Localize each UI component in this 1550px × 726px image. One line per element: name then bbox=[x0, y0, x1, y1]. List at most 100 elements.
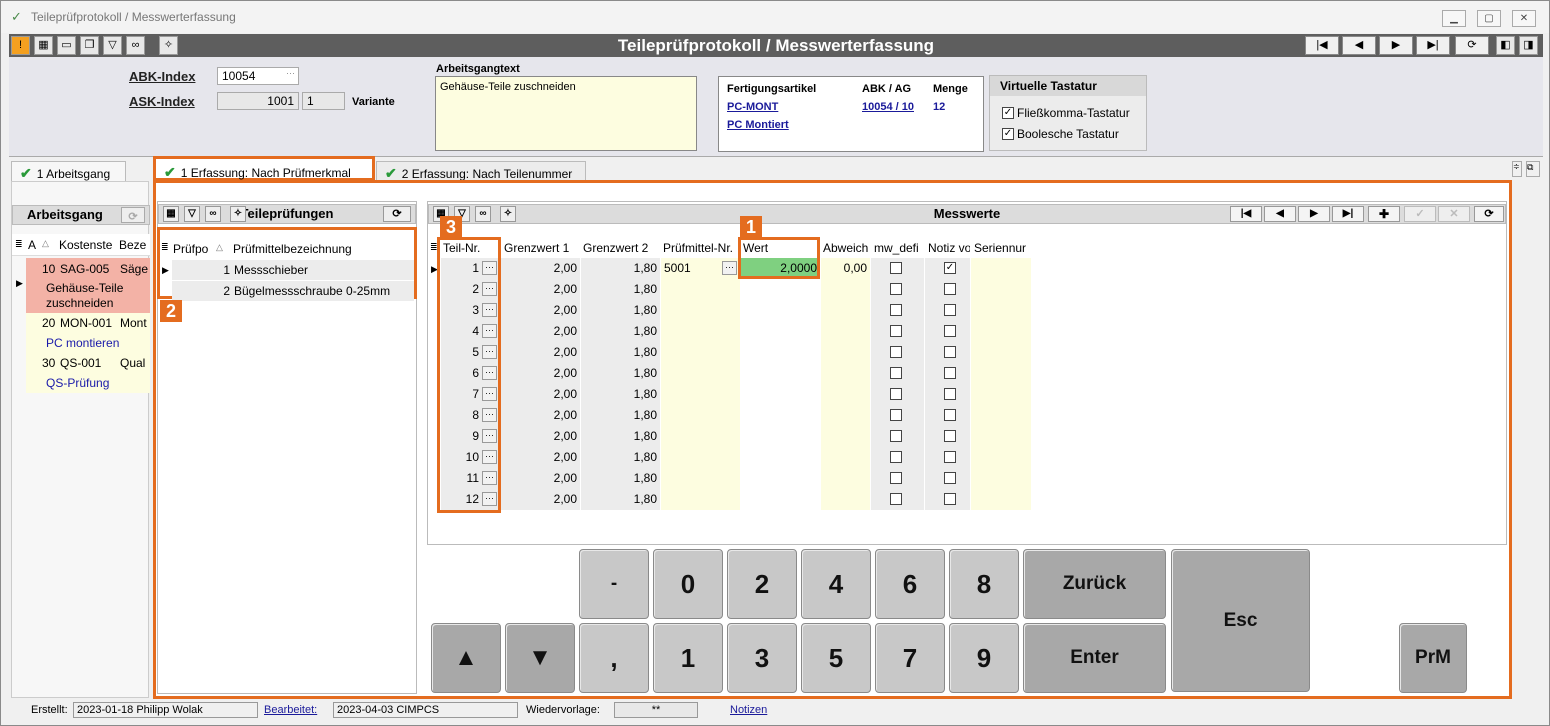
key-1[interactable]: 1 bbox=[653, 623, 723, 693]
cube-icon[interactable]: ◧ bbox=[1496, 36, 1515, 55]
notiz-checkbox[interactable] bbox=[944, 472, 956, 484]
seriennummer-cell[interactable] bbox=[971, 342, 1031, 363]
abk-index-field[interactable]: 10054 ··· bbox=[217, 67, 299, 85]
col-notiz[interactable]: Notiz vo bbox=[928, 241, 970, 255]
notiz-checkbox[interactable] bbox=[944, 367, 956, 379]
mw-defi-checkbox[interactable] bbox=[890, 325, 902, 337]
notiz-checkbox[interactable] bbox=[944, 409, 956, 421]
wert-cell[interactable] bbox=[741, 405, 820, 426]
column-chooser-icon[interactable]: ≣ bbox=[161, 242, 169, 253]
bool-keyboard-checkbox[interactable]: ✓ bbox=[1002, 128, 1014, 140]
refresh-icon[interactable]: ⟳ bbox=[1474, 206, 1504, 222]
wert-cell[interactable] bbox=[741, 468, 820, 489]
seriennummer-cell[interactable] bbox=[971, 300, 1031, 321]
arrow-down-button[interactable]: ▼ bbox=[505, 623, 575, 693]
notiz-checkbox[interactable] bbox=[944, 430, 956, 442]
abk-ag-link[interactable]: 10054 / 10 bbox=[862, 101, 914, 113]
refresh-icon[interactable]: ⟳ bbox=[383, 206, 411, 222]
seriennummer-cell[interactable] bbox=[971, 384, 1031, 405]
mw-defi-checkbox[interactable] bbox=[890, 388, 902, 400]
wiedervorlage-value[interactable]: ** bbox=[614, 702, 698, 718]
col-pruefmittel-nr[interactable]: Prüfmittel-Nr. bbox=[663, 241, 733, 255]
mw-defi-checkbox[interactable] bbox=[890, 493, 902, 505]
tab-erfassung-pruefmerkmal[interactable]: ✔ 1 Erfassung: Nach Prüfmerkmal bbox=[153, 156, 375, 181]
back-button[interactable]: Zurück bbox=[1023, 549, 1166, 619]
enter-button[interactable]: Enter bbox=[1023, 623, 1166, 693]
seriennummer-cell[interactable] bbox=[971, 489, 1031, 510]
glasses-icon[interactable]: ∞ bbox=[205, 206, 221, 222]
seriennummer-cell[interactable] bbox=[971, 363, 1031, 384]
refresh-button[interactable]: ⟳ bbox=[1455, 36, 1489, 55]
wert-cell[interactable] bbox=[741, 489, 820, 510]
key-5[interactable]: 5 bbox=[801, 623, 871, 693]
prm-button[interactable]: PrM bbox=[1399, 623, 1467, 693]
lookup-button[interactable]: ··· bbox=[722, 261, 737, 275]
prev-record-button[interactable]: ◀ bbox=[1342, 36, 1376, 55]
seriennummer-cell[interactable] bbox=[971, 405, 1031, 426]
key-9[interactable]: 9 bbox=[949, 623, 1019, 693]
seriennummer-cell[interactable] bbox=[971, 447, 1031, 468]
ask-index-label[interactable]: ASK-Index bbox=[129, 94, 195, 109]
column-chooser-icon[interactable]: ≣ bbox=[15, 239, 23, 250]
col-grenzwert-2[interactable]: Grenzwert 2 bbox=[583, 241, 648, 255]
notiz-checkbox[interactable] bbox=[944, 451, 956, 463]
refresh-icon[interactable]: ⟳ bbox=[121, 207, 145, 223]
first-record-button[interactable]: |◀ bbox=[1305, 36, 1339, 55]
last-row-button[interactable]: ▶| bbox=[1332, 206, 1364, 222]
collapse-icon[interactable]: ≑ bbox=[1512, 161, 1522, 177]
add-row-button[interactable]: ✚ bbox=[1368, 206, 1400, 222]
next-row-button[interactable]: ▶ bbox=[1298, 206, 1330, 222]
mw-defi-checkbox[interactable] bbox=[890, 430, 902, 442]
key-7[interactable]: 7 bbox=[875, 623, 945, 693]
tab-erfassung-teilenummer[interactable]: ✔ 2 Erfassung: Nach Teilenummer bbox=[376, 161, 586, 181]
notiz-checkbox[interactable] bbox=[944, 283, 956, 295]
wert-cell[interactable] bbox=[741, 321, 820, 342]
variante-field[interactable]: 1 bbox=[302, 92, 345, 110]
wert-cell[interactable] bbox=[741, 342, 820, 363]
glasses-icon[interactable]: ∞ bbox=[475, 206, 491, 222]
restore-icon[interactable]: ⧉ bbox=[1526, 161, 1540, 177]
col-pruefmittelbezeichnung[interactable]: Prüfmittelbezeichnung bbox=[233, 242, 352, 256]
article-desc-link[interactable]: PC Montiert bbox=[727, 119, 789, 131]
pruefmittel-cell[interactable] bbox=[661, 405, 740, 426]
col-kostenstelle[interactable]: Kostenste bbox=[59, 238, 112, 252]
pruefmittel-cell[interactable] bbox=[661, 279, 740, 300]
teilepruefung-row[interactable]: 2 Bügelmessschraube 0-25mm bbox=[172, 281, 414, 301]
wert-cell[interactable] bbox=[741, 279, 820, 300]
key-3[interactable]: 3 bbox=[727, 623, 797, 693]
wert-cell[interactable] bbox=[741, 447, 820, 468]
notiz-checkbox[interactable] bbox=[944, 346, 956, 358]
esc-button[interactable]: Esc bbox=[1171, 549, 1310, 692]
wert-cell[interactable] bbox=[741, 300, 820, 321]
pruefmittel-cell[interactable] bbox=[661, 447, 740, 468]
key-0[interactable]: 0 bbox=[653, 549, 723, 619]
float-keyboard-checkbox[interactable]: ✓ bbox=[1002, 107, 1014, 119]
wert-cell[interactable] bbox=[741, 384, 820, 405]
wert-cell[interactable] bbox=[741, 363, 820, 384]
pruefmittel-cell[interactable] bbox=[661, 363, 740, 384]
mw-defi-checkbox[interactable] bbox=[890, 367, 902, 379]
col-mw-defi[interactable]: mw_defi bbox=[874, 241, 924, 255]
filter-icon[interactable]: ▽ bbox=[184, 206, 200, 222]
wand-icon[interactable]: ✧ bbox=[230, 206, 246, 222]
key-2[interactable]: 2 bbox=[727, 549, 797, 619]
seriennummer-cell[interactable] bbox=[971, 321, 1031, 342]
mw-defi-checkbox[interactable] bbox=[890, 451, 902, 463]
prev-row-button[interactable]: ◀ bbox=[1264, 206, 1296, 222]
pruefmittel-cell[interactable] bbox=[661, 300, 740, 321]
bearbeitet-link[interactable]: Bearbeitet: bbox=[264, 704, 317, 716]
arbeitsgang-row[interactable]: 30 QS-001 Qual QS-Prüfung bbox=[26, 353, 150, 393]
seriennummer-cell[interactable] bbox=[971, 258, 1031, 279]
pruefmittel-cell[interactable] bbox=[661, 342, 740, 363]
key-8[interactable]: 8 bbox=[949, 549, 1019, 619]
first-row-button[interactable]: |◀ bbox=[1230, 206, 1262, 222]
seriennummer-cell[interactable] bbox=[971, 426, 1031, 447]
pruefmittel-cell[interactable] bbox=[661, 468, 740, 489]
mw-defi-checkbox[interactable] bbox=[890, 262, 902, 274]
close-button[interactable]: ✕ bbox=[1512, 10, 1536, 27]
col-bezeichnung[interactable]: Beze bbox=[119, 238, 146, 252]
notiz-checkbox[interactable] bbox=[944, 325, 956, 337]
mw-defi-checkbox[interactable] bbox=[890, 304, 902, 316]
key-4[interactable]: 4 bbox=[801, 549, 871, 619]
ask-index-field[interactable]: 1001 bbox=[217, 92, 299, 110]
